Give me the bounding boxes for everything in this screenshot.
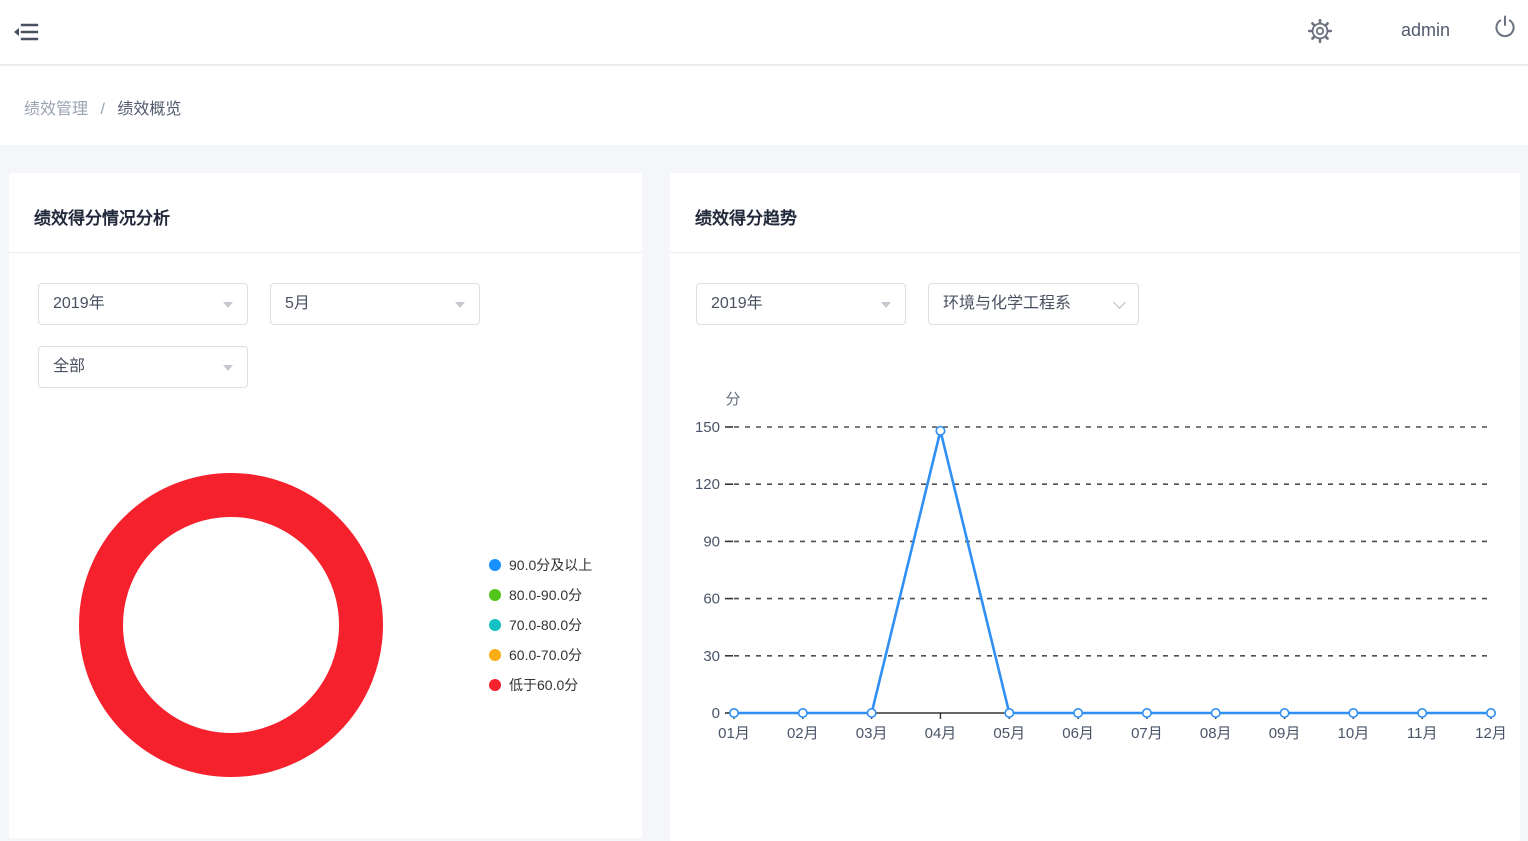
- legend-dot-icon: [489, 679, 501, 691]
- data-point-marker[interactable]: [936, 427, 944, 435]
- legend-dot-icon: [489, 649, 501, 661]
- logout-power-icon[interactable]: [1490, 12, 1520, 42]
- x-axis-label: 01月: [718, 725, 750, 742]
- legend-label: 80.0-90.0分: [509, 585, 582, 605]
- scope-select-value: 全部: [53, 347, 85, 387]
- y-axis-label: 30: [703, 648, 720, 665]
- x-axis-label: 05月: [993, 725, 1025, 742]
- x-axis-label: 03月: [856, 725, 888, 742]
- department-select-value: 环境与化学工程系: [943, 284, 1071, 324]
- caret-down-icon: [223, 365, 233, 371]
- year-select-left-value: 2019年: [53, 284, 105, 324]
- legend-label: 60.0-70.0分: [509, 645, 582, 665]
- month-select-value: 5月: [285, 284, 310, 324]
- data-point-marker[interactable]: [1280, 709, 1288, 717]
- data-point-marker[interactable]: [1074, 709, 1082, 717]
- legend-dot-icon: [489, 619, 501, 631]
- year-select-right-value: 2019年: [711, 284, 763, 324]
- legend-item[interactable]: 低于60.0分: [489, 670, 592, 700]
- score-distribution-card-header: 绩效得分情况分析: [9, 173, 642, 253]
- month-select[interactable]: 5月: [270, 283, 480, 325]
- collapse-menu-icon[interactable]: [12, 18, 40, 46]
- score-trend-card: 绩效得分趋势 2019年 环境与化学工程系 分 0 30 60 90 120 150 01月 0…: [670, 173, 1520, 841]
- scope-select[interactable]: 全部: [38, 346, 248, 388]
- legend-item[interactable]: 60.0-70.0分: [489, 640, 592, 670]
- breadcrumb-bar: 绩效管理 / 绩效概览: [0, 66, 1528, 145]
- data-point-marker[interactable]: [730, 709, 738, 717]
- y-axis-label: 150: [695, 419, 720, 436]
- breadcrumb-separator: /: [100, 101, 104, 118]
- x-axis-label: 06月: [1062, 725, 1094, 742]
- breadcrumb: 绩效管理 / 绩效概览: [24, 95, 181, 119]
- x-axis-label: 12月: [1475, 725, 1507, 742]
- legend-dot-icon: [489, 589, 501, 601]
- legend-item[interactable]: 80.0-90.0分: [489, 580, 592, 610]
- top-bar: admin: [0, 0, 1528, 64]
- year-select-right[interactable]: 2019年: [696, 283, 906, 325]
- data-point-marker[interactable]: [1487, 709, 1495, 717]
- legend-label: 90.0分及以上: [509, 555, 592, 575]
- line-series: [734, 431, 1491, 713]
- score-donut-chart[interactable]: [79, 473, 383, 777]
- score-trend-card-header: 绩效得分趋势: [670, 173, 1520, 253]
- legend-item[interactable]: 70.0-80.0分: [489, 610, 592, 640]
- x-axis-label: 02月: [787, 725, 819, 742]
- breadcrumb-section[interactable]: 绩效管理: [24, 101, 88, 118]
- donut-legend: 90.0分及以上 80.0-90.0分 70.0-80.0分 60.0-70.0分低于…: [489, 550, 592, 700]
- y-axis-name: 分: [725, 391, 740, 408]
- data-point-marker[interactable]: [867, 709, 875, 717]
- x-axis-label: 09月: [1269, 725, 1301, 742]
- y-axis-label: 90: [703, 533, 720, 550]
- donut-slice[interactable]: [101, 495, 361, 755]
- user-name[interactable]: admin: [1401, 20, 1450, 41]
- chevron-down-icon: [1113, 296, 1126, 309]
- data-point-marker[interactable]: [1418, 709, 1426, 717]
- caret-down-icon: [223, 302, 233, 308]
- x-axis-label: 10月: [1338, 725, 1370, 742]
- legend-dot-icon: [489, 559, 501, 571]
- breadcrumb-current-page: 绩效概览: [117, 101, 181, 118]
- legend-item[interactable]: 90.0分及以上: [489, 550, 592, 580]
- legend-label: 70.0-80.0分: [509, 615, 582, 635]
- x-axis-label: 07月: [1131, 725, 1163, 742]
- x-axis-label: 04月: [925, 725, 957, 742]
- y-axis-label: 60: [703, 591, 720, 608]
- y-axis-label: 0: [712, 705, 720, 722]
- score-trend-line-chart[interactable]: 分 0 30 60 90 120 150 01月 02月 03月 04月 05月 06月 07月 08月 09…: [670, 383, 1520, 823]
- year-select-left[interactable]: 2019年: [38, 283, 248, 325]
- caret-down-icon: [881, 302, 891, 308]
- score-trend-title: 绩效得分趋势: [695, 204, 797, 229]
- legend-label: 低于60.0分: [509, 675, 578, 695]
- data-point-marker[interactable]: [799, 709, 807, 717]
- score-distribution-card: 绩效得分情况分析 2019年 5月 全部 90.0分及以上 80.0-90.0分 7…: [9, 173, 642, 838]
- data-point-marker[interactable]: [1005, 709, 1013, 717]
- settings-gear-icon[interactable]: [1302, 13, 1338, 49]
- data-point-marker[interactable]: [1349, 709, 1357, 717]
- department-select[interactable]: 环境与化学工程系: [928, 283, 1139, 325]
- x-axis-label: 11月: [1407, 725, 1438, 742]
- x-axis-label: 08月: [1200, 725, 1232, 742]
- data-point-marker[interactable]: [1212, 709, 1220, 717]
- y-axis-label: 120: [695, 476, 720, 493]
- data-point-marker[interactable]: [1143, 709, 1151, 717]
- score-distribution-title: 绩效得分情况分析: [34, 204, 170, 229]
- caret-down-icon: [455, 302, 465, 308]
